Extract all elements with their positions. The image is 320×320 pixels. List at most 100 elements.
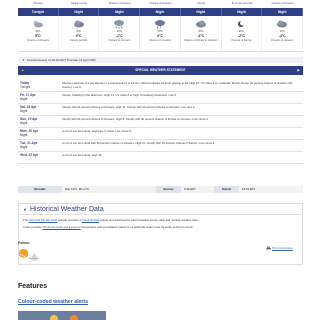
text-span: website provides a [57, 218, 82, 222]
day-row: Sat, 18 Apr Night Cloudy with 40 percent … [18, 104, 303, 116]
day-forecast-text: Cloudy. Clearing in the afternoon. High … [62, 93, 177, 97]
conditions-row: Showers Mostly cloudy Chance of showers … [18, 0, 303, 8]
period-label: Night [262, 8, 304, 16]
day-forecast-text: Showers with risk of a thunderstorm. Loc… [62, 81, 293, 89]
day-subperiod: Night [20, 133, 28, 137]
day-subperiod: Tonight [20, 85, 31, 89]
forecast-cell[interactable]: 60% 0°C Chance of showers [140, 16, 181, 51]
climate-normals-link[interactable]: climate Normals and Extremes [43, 225, 81, 229]
alert-dot [50, 315, 58, 320]
app-store-button[interactable] [30, 249, 39, 262]
forecast-cell[interactable]: 40% -4°C Chance of showers [262, 16, 304, 51]
chevron-right-icon: ▶ [297, 68, 300, 72]
forecast-cell[interactable]: 40% 9°C Chance of showers [18, 16, 59, 51]
condition-label: Chance of showers [271, 2, 294, 5]
historical-weather-panel: ▼ Historical Weather Data The Historical… [18, 203, 303, 265]
expand-triangle-icon: ▼ [22, 58, 25, 62]
forecast-desc: Chance of showers [108, 39, 131, 42]
forecast-cell[interactable]: 40% -1°C Chance of showers [99, 16, 141, 51]
normals-row: Normals Max 12°C. Min 2°C. Sunrise 6:36 … [18, 186, 303, 193]
alerts-thumbnail-image[interactable] [18, 311, 106, 320]
temperature: -2°C [238, 34, 245, 38]
forecast-desc: Chance of flurries [231, 39, 252, 42]
pop-label: 30% [75, 30, 82, 33]
special-weather-statement-banner[interactable]: ▲ SPECIAL WEATHER STATEMENT ▶ [18, 66, 303, 75]
temperature: 0°C [157, 34, 163, 38]
pop-label: 40% [35, 30, 41, 33]
day-subperiod: Night [20, 145, 28, 149]
historical-paragraph-1: The Historical Climate Data website prov… [19, 215, 302, 222]
day-row: Sun, 19 Apr Night Cloudy with 60 percent … [18, 116, 303, 128]
temperature: -1°C [115, 34, 123, 38]
day-subperiod: Night [20, 121, 28, 125]
printer-icon [266, 246, 271, 251]
forecast-cell[interactable]: 40% -4°C Chance of flurries or showers [181, 16, 222, 51]
temperature: 0°C [75, 34, 82, 38]
day-subperiod: Night [20, 109, 28, 113]
day-forecast-text: A mix of sun and cloud. High plus 3. Cle… [62, 129, 132, 133]
pop-label: 40% [279, 30, 285, 33]
temperature: -4°C [197, 34, 205, 38]
normals-value: Max 12°C. Min 2°C. [65, 187, 90, 191]
pop-label: 30% [238, 30, 245, 33]
snow-cloud-icon [114, 20, 125, 29]
rain-cloud-icon [155, 20, 166, 29]
sunset-label: Sunset [214, 186, 239, 193]
forecast-icon-row: 40% 9°C Chance of showers 30% 0°C Cloudy… [18, 16, 304, 52]
features-heading: Features [18, 283, 48, 290]
pop-label: 40% [198, 30, 204, 33]
period-label: Night [222, 8, 263, 16]
day-forecast-text: Cloudy with 60 percent chance of showers… [62, 117, 209, 121]
text-span: temperature and precipitation values for… [80, 225, 194, 229]
day-forecast-text: Cloudy with 40 percent chance of showers… [62, 105, 196, 109]
forecast-desc: Cloudy periods [69, 39, 88, 42]
historical-header[interactable]: ▼ Historical Weather Data [19, 204, 302, 215]
forecast-cell[interactable]: 30% -2°C Chance of flurries [222, 16, 263, 51]
sunset-value: 19:53 EDT [242, 187, 256, 191]
cloud-icon [277, 20, 288, 28]
rss-icon [20, 254, 27, 261]
sunrise-value: 6:36 EDT [184, 187, 196, 191]
historical-data-link[interactable]: historical data [82, 218, 99, 222]
colour-coded-alerts-link[interactable]: Colour-coded weather alerts [18, 299, 88, 305]
forecast-issued-text: Forecast issued: 11:00 AM EDT Thursday 1… [26, 58, 96, 62]
app-store-text: App Store [29, 258, 39, 260]
special-statement-title: SPECIAL WEATHER STATEMENT [135, 68, 186, 72]
temperature: -4°C [278, 34, 286, 38]
forecast-desc: Chance of showers [271, 39, 294, 42]
condition-label: Showers [33, 2, 44, 5]
condition-label: Ifs of rain and hail [231, 2, 253, 5]
historical-title: Historical Weather Data [29, 205, 104, 213]
day-forecast-text: A mix of sun and cloud with 30 percent c… [62, 141, 216, 145]
period-label: Tonight [18, 8, 59, 16]
cloudy-night-icon [33, 20, 43, 28]
historical-paragraph-2: It also provides climate Normals and Ext… [19, 222, 302, 229]
condition-label: Chance of showers [108, 2, 131, 5]
period-label: Night [99, 8, 141, 16]
daily-forecast-table: Today Tonight Showers with risk of a thun… [18, 80, 303, 164]
historical-climate-data-link[interactable]: Historical Climate Data [29, 218, 57, 222]
condition-label: Cloudy [197, 2, 206, 5]
forecast-strip: Showers Mostly cloudy Chance of showers … [18, 0, 304, 60]
day-subperiod: Night [20, 97, 28, 101]
warning-icon: ▲ [21, 68, 25, 72]
day-row: Wed, 22 Apr A mix of sun and cloud. High… [18, 152, 303, 164]
period-label: Night [140, 8, 181, 16]
forecast-desc: Chance of flurries or showers [183, 39, 218, 42]
day-row: Today Tonight Showers with risk of a thun… [18, 80, 303, 92]
follow-label: Follow: [18, 241, 30, 245]
day-row: Tue, 21 Apr Night A mix of sun and cloud … [18, 140, 303, 152]
period-header-row: Tonight Night Night Night Night Night Ni… [18, 8, 304, 16]
text-span: search and download for past Canadian ho… [99, 218, 199, 222]
period-label: Night [181, 8, 222, 16]
day-row: Fri, 17 Apr Night Cloudy. Clearing in the… [18, 92, 303, 104]
sunrise-label: Sunrise [156, 186, 181, 193]
pop-label: 60% [157, 30, 163, 33]
cloud-icon [73, 20, 84, 28]
forecast-issued-bar[interactable]: ▼ Forecast issued: 11:00 AM EDT Thursday … [18, 57, 303, 63]
print-instructions-link[interactable]: Print Instructions [266, 246, 293, 251]
rss-feed-button[interactable] [19, 249, 28, 261]
forecast-cell[interactable]: 30% 0°C Cloudy periods [59, 16, 100, 51]
forecast-desc: Chance of showers [26, 39, 49, 42]
condition-label: Chance of showers [149, 2, 172, 5]
